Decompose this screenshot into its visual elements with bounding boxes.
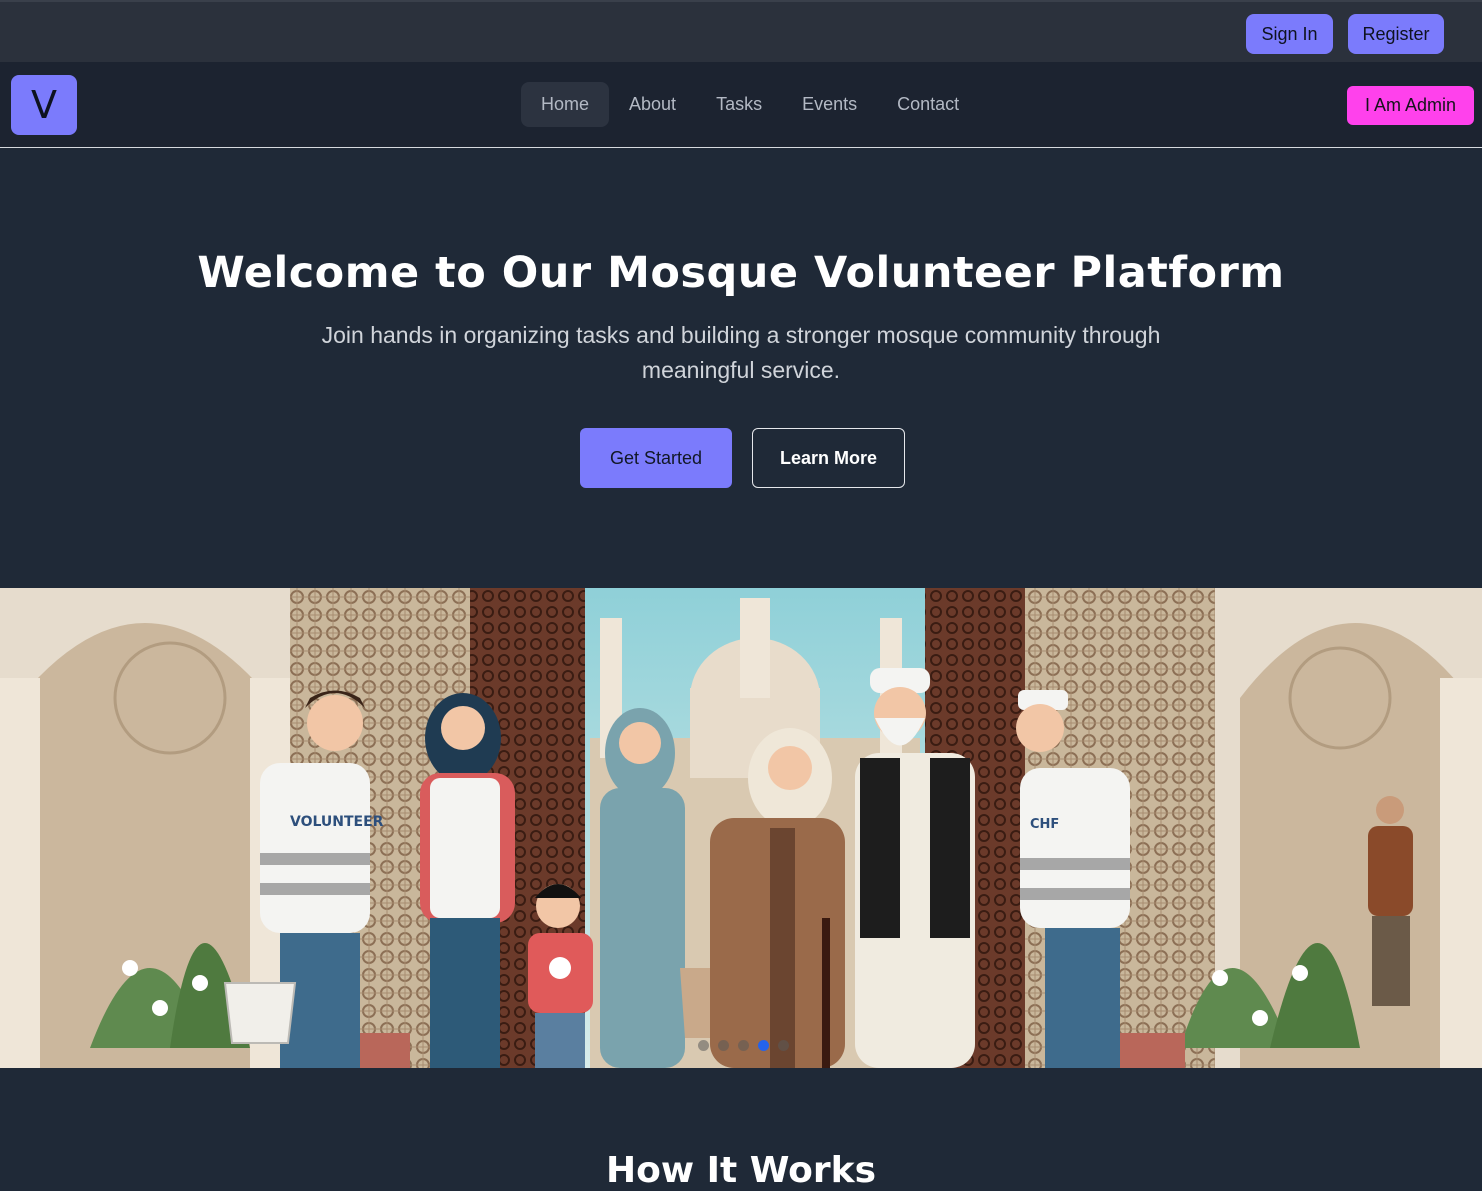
carousel-dot-4[interactable]	[758, 1040, 769, 1051]
carousel-dot-3[interactable]	[738, 1040, 749, 1051]
logo[interactable]: V	[11, 75, 77, 135]
nav-link-tasks[interactable]: Tasks	[696, 82, 782, 127]
carousel-dot-5[interactable]	[778, 1040, 789, 1051]
carousel-dot-2[interactable]	[718, 1040, 729, 1051]
vest-text-right: CHF	[1030, 817, 1059, 832]
register-button[interactable]: Register	[1348, 14, 1444, 54]
how-it-works-title: How It Works	[605, 1150, 877, 1191]
carousel-dot-1[interactable]	[698, 1040, 709, 1051]
main-navbar: V Home About Tasks Events Contact I Am A…	[0, 62, 1482, 148]
nav-link-home[interactable]: Home	[521, 82, 610, 127]
auth-bar: Sign In Register	[0, 0, 1482, 62]
learn-more-button[interactable]: Learn More	[752, 428, 905, 488]
sign-in-button[interactable]: Sign In	[1246, 14, 1333, 54]
hero-carousel[interactable]: VOLUNTEER CHF	[0, 588, 1482, 1068]
hero-subtitle: Join hands in organizing tasks and build…	[321, 322, 1161, 383]
carousel-indicators	[698, 1040, 789, 1051]
get-started-button[interactable]: Get Started	[580, 428, 732, 488]
admin-button[interactable]: I Am Admin	[1347, 86, 1474, 125]
nav-link-contact[interactable]: Contact	[877, 82, 979, 127]
nav-link-about[interactable]: About	[609, 82, 696, 127]
carousel-illustration: VOLUNTEER CHF	[0, 588, 1482, 1068]
vest-text-left: VOLUNTEER	[290, 814, 384, 830]
nav-links: Home About Tasks Events Contact	[521, 82, 979, 127]
hero-section: Welcome to Our Mosque Volunteer Platform…	[0, 148, 1482, 588]
hero-title: Welcome to Our Mosque Volunteer Platform	[197, 248, 1285, 298]
nav-link-events[interactable]: Events	[782, 82, 877, 127]
